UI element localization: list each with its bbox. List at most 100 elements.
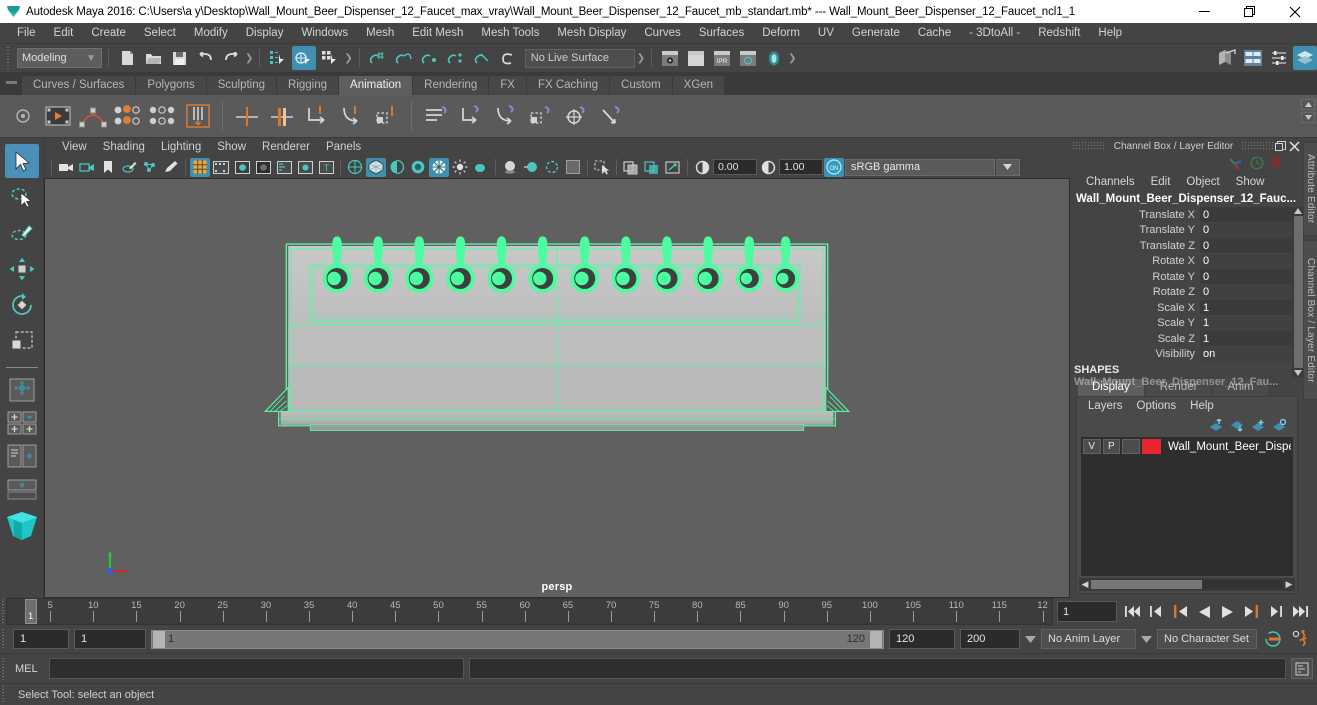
channelbox-menu-object[interactable]: Object: [1178, 175, 1227, 189]
motion-blur-icon[interactable]: [521, 158, 541, 177]
command-line-grip[interactable]: [0, 657, 6, 680]
shade-wireframe-icon[interactable]: [387, 158, 407, 177]
shelf-tab-xgen[interactable]: XGen: [672, 76, 725, 95]
menu-help[interactable]: Help: [1089, 25, 1131, 41]
shelf-deform-jiggle-icon[interactable]: [594, 99, 628, 133]
channel-value[interactable]: on: [1200, 346, 1292, 362]
render-sequence-button[interactable]: [684, 46, 708, 70]
shelf-tab-rigging[interactable]: Rigging: [277, 76, 339, 95]
two-d-pan-zoom-icon[interactable]: [140, 158, 160, 177]
layer-visibility-toggle[interactable]: V: [1083, 439, 1101, 454]
depth-of-field-icon[interactable]: [563, 158, 583, 177]
scroll-left-arrow-icon[interactable]: ◀: [1079, 579, 1091, 590]
shelf-grip-icon[interactable]: [6, 81, 17, 84]
snap-to-curve-button[interactable]: [392, 46, 416, 70]
command-output-field[interactable]: [468, 658, 1286, 679]
shelf-ik-handle-icon[interactable]: [230, 99, 264, 133]
command-input-field[interactable]: [48, 658, 464, 679]
shelf-scroll-up-icon[interactable]: [1301, 99, 1315, 110]
playback-start-time-field[interactable]: 1: [74, 629, 146, 649]
anim-layer-selector[interactable]: No Anim Layer: [1041, 629, 1136, 649]
layer-menu-options[interactable]: Options: [1130, 399, 1184, 413]
menuset-selector[interactable]: Modeling ▼: [17, 48, 102, 68]
menu-redshift[interactable]: Redshift: [1029, 25, 1089, 41]
step-forward-frame-button[interactable]: [1241, 601, 1263, 622]
channel-value[interactable]: 1: [1200, 315, 1292, 331]
grease-pencil-icon[interactable]: [161, 158, 181, 177]
toggle-attribute-editor-button[interactable]: [1241, 46, 1265, 70]
menu-generate[interactable]: Generate: [843, 25, 909, 41]
rotate-tool-button[interactable]: [5, 288, 39, 322]
shelf-tab-custom[interactable]: Custom: [610, 76, 672, 95]
shelf-deform-cluster-icon[interactable]: [524, 99, 558, 133]
collapse-arrow-icon[interactable]: ❯: [245, 53, 253, 64]
anim-end-time-field[interactable]: 200: [960, 629, 1020, 649]
toggle-modeling-toolkit-button[interactable]: [1215, 46, 1239, 70]
channel-row-translate-x[interactable]: Translate X 0: [1070, 207, 1292, 223]
toggle-tool-settings-button[interactable]: [1267, 46, 1291, 70]
collapse-arrow-icon[interactable]: ❯: [344, 53, 352, 64]
scroll-track[interactable]: [1091, 580, 1283, 589]
minimize-button[interactable]: [1182, 0, 1227, 23]
screen-space-ao-icon[interactable]: [500, 158, 520, 177]
menu-select[interactable]: Select: [135, 25, 185, 41]
viewport-menu-show[interactable]: Show: [209, 140, 254, 154]
side-tab-channel-box-layer-editor[interactable]: Channel Box / Layer Editor: [1303, 240, 1317, 400]
make-live-button[interactable]: [496, 46, 520, 70]
use-all-lights-icon[interactable]: [450, 158, 470, 177]
layer-menu-help[interactable]: Help: [1183, 399, 1221, 413]
anim-layer-chevron-down-icon[interactable]: [1025, 635, 1036, 643]
scroll-thumb[interactable]: [1293, 216, 1303, 368]
panel-undock-icon[interactable]: [1275, 140, 1286, 152]
toggle-channel-box-button[interactable]: [1293, 46, 1317, 70]
channelbox-menu-show[interactable]: Show: [1228, 175, 1273, 189]
layer-shading-toggle[interactable]: [1122, 439, 1140, 454]
new-scene-button[interactable]: [115, 46, 139, 70]
shelf-playblast-icon[interactable]: [41, 99, 75, 133]
go-to-start-button[interactable]: [1121, 601, 1143, 622]
statusbar-grip[interactable]: [6, 47, 12, 69]
use-default-material-icon[interactable]: [408, 158, 428, 177]
lasso-tool-button[interactable]: [5, 180, 39, 214]
layer-list-horizontal-scrollbar[interactable]: ◀ ▶: [1079, 578, 1295, 591]
select-by-hierarchy-button[interactable]: [266, 46, 290, 70]
menu-curves[interactable]: Curves: [635, 25, 689, 41]
maximize-button[interactable]: [1227, 0, 1272, 23]
undo-button[interactable]: [193, 46, 217, 70]
shelf-tab-animation[interactable]: Animation: [339, 76, 413, 95]
auto-keyframe-toggle-button[interactable]: [1262, 629, 1284, 650]
panel-close-icon[interactable]: [1289, 140, 1300, 152]
smooth-shade-all-icon[interactable]: [366, 157, 386, 177]
save-scene-button[interactable]: [167, 46, 191, 70]
paint-select-tool-button[interactable]: [5, 216, 39, 250]
move-tool-button[interactable]: [5, 252, 39, 286]
gate-mask-icon[interactable]: [253, 158, 273, 177]
play-backwards-button[interactable]: [1193, 601, 1215, 622]
isolate-select-icon[interactable]: [592, 158, 612, 177]
snap-to-point-button[interactable]: [418, 46, 442, 70]
new-layer-from-selection-icon[interactable]: [1272, 418, 1287, 432]
exposure-icon[interactable]: [692, 158, 712, 177]
menu-cache[interactable]: Cache: [909, 25, 960, 41]
command-language-label[interactable]: MEL: [11, 663, 44, 675]
xray-mode-icon[interactable]: [621, 158, 641, 177]
quick-layout-outliner-persp-button[interactable]: [4, 441, 40, 471]
quick-layout-four-view-button[interactable]: [4, 408, 40, 438]
menu-3dtoall[interactable]: - 3DtoAll -: [960, 25, 1029, 41]
menu-uv[interactable]: UV: [809, 25, 843, 41]
viewport-menu-panels[interactable]: Panels: [318, 140, 369, 154]
side-tab-attribute-editor[interactable]: Attribute Editor: [1303, 142, 1317, 236]
channel-value[interactable]: 1: [1200, 300, 1292, 316]
scale-tool-button[interactable]: [5, 324, 39, 358]
channel-row-visibility[interactable]: Visibility on: [1070, 346, 1292, 363]
scroll-right-arrow-icon[interactable]: ▶: [1283, 579, 1295, 590]
xray-active-components-icon[interactable]: [663, 158, 683, 177]
channel-row-rotate-z[interactable]: Rotate Z 0: [1070, 284, 1292, 301]
select-by-component-type-button[interactable]: [318, 46, 342, 70]
shelf-deform-wrap-icon[interactable]: [454, 99, 488, 133]
viewport-menu-lighting[interactable]: Lighting: [153, 140, 209, 154]
range-slider-grip[interactable]: [0, 629, 6, 649]
menu-surfaces[interactable]: Surfaces: [690, 25, 753, 41]
exposure-gate-icon[interactable]: [295, 158, 315, 177]
character-set-chevron-down-icon[interactable]: [1141, 635, 1152, 643]
